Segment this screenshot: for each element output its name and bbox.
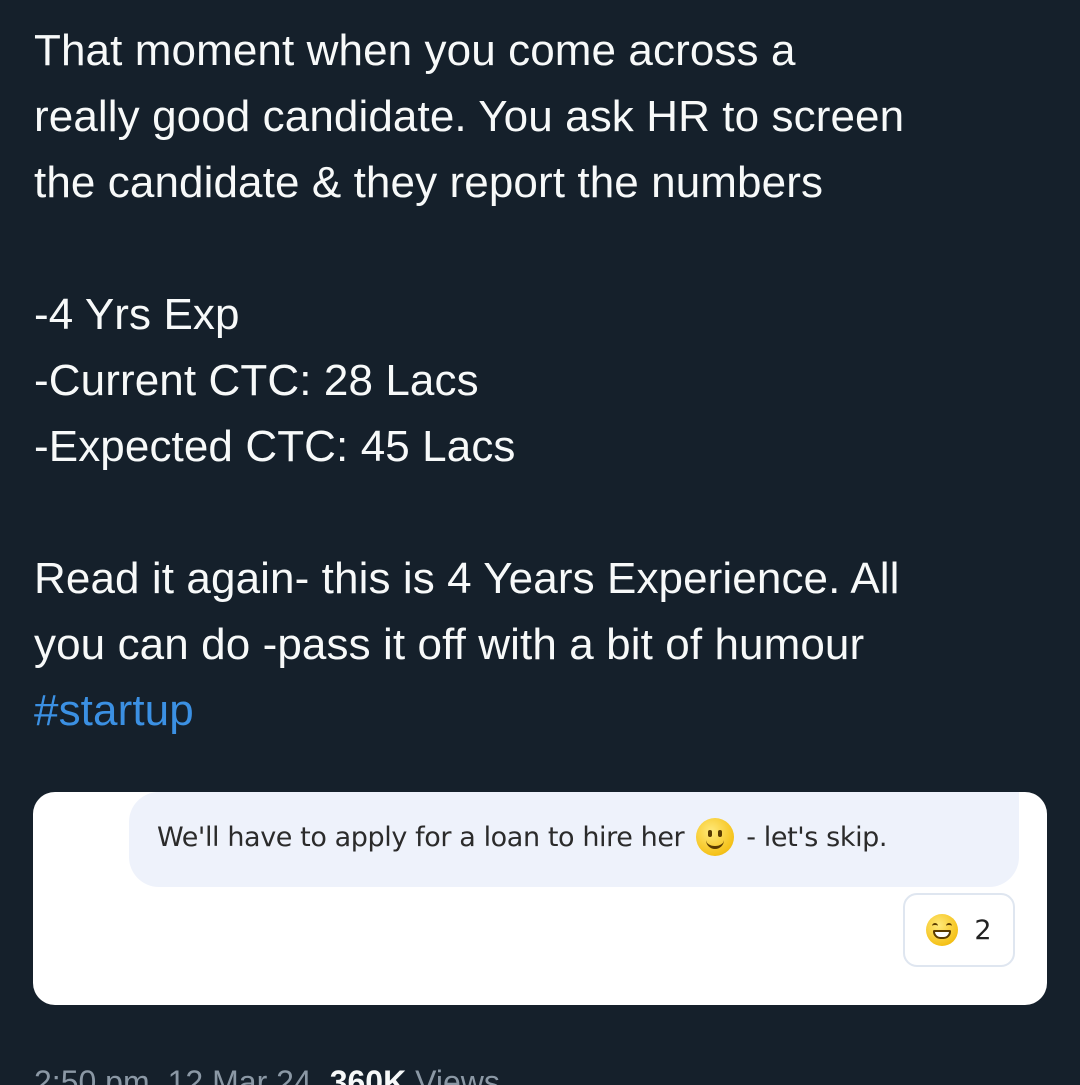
- hashtag-link[interactable]: #startup: [34, 686, 194, 735]
- tweet-text: That moment when you come across a reall…: [34, 18, 1064, 744]
- chat-message-text-end: - let's skip.: [746, 821, 888, 853]
- tweet-line: you can do -pass it off with a bit of hu…: [34, 620, 865, 669]
- reaction-count: 2: [974, 914, 992, 946]
- tweet-date[interactable]: 12 Mar 24: [168, 1064, 312, 1085]
- tweet-time[interactable]: 2:50 pm: [34, 1064, 150, 1085]
- grinning-face-icon: [926, 914, 959, 946]
- views-label: Views: [415, 1064, 500, 1085]
- tweet-line: really good candidate. You ask HR to scr…: [34, 92, 905, 141]
- chat-message: We'll have to apply for a loan to hire h…: [157, 818, 887, 856]
- tweet-line: -Current CTC: 28 Lacs: [34, 356, 479, 405]
- chat-message-text: We'll have to apply for a loan to hire h…: [157, 821, 685, 853]
- tweet-line: -4 Yrs Exp: [34, 290, 240, 339]
- tweet-line: the candidate & they report the numbers: [34, 158, 824, 207]
- tweet-meta: 2:50 pm 12 Mar 24 360K Views: [34, 1064, 500, 1085]
- reaction-badge: 2: [903, 893, 1015, 967]
- slightly-smiling-face-icon: [696, 818, 735, 856]
- tweet-line: Read it again- this is 4 Years Experienc…: [34, 554, 900, 603]
- views-count: 360K: [329, 1064, 407, 1085]
- tweet-line: That moment when you come across a: [34, 26, 796, 75]
- tweet-line: -Expected CTC: 45 Lacs: [34, 422, 516, 471]
- tweet-media-image[interactable]: We'll have to apply for a loan to hire h…: [33, 792, 1047, 1005]
- chat-bubble: We'll have to apply for a loan to hire h…: [129, 792, 1019, 887]
